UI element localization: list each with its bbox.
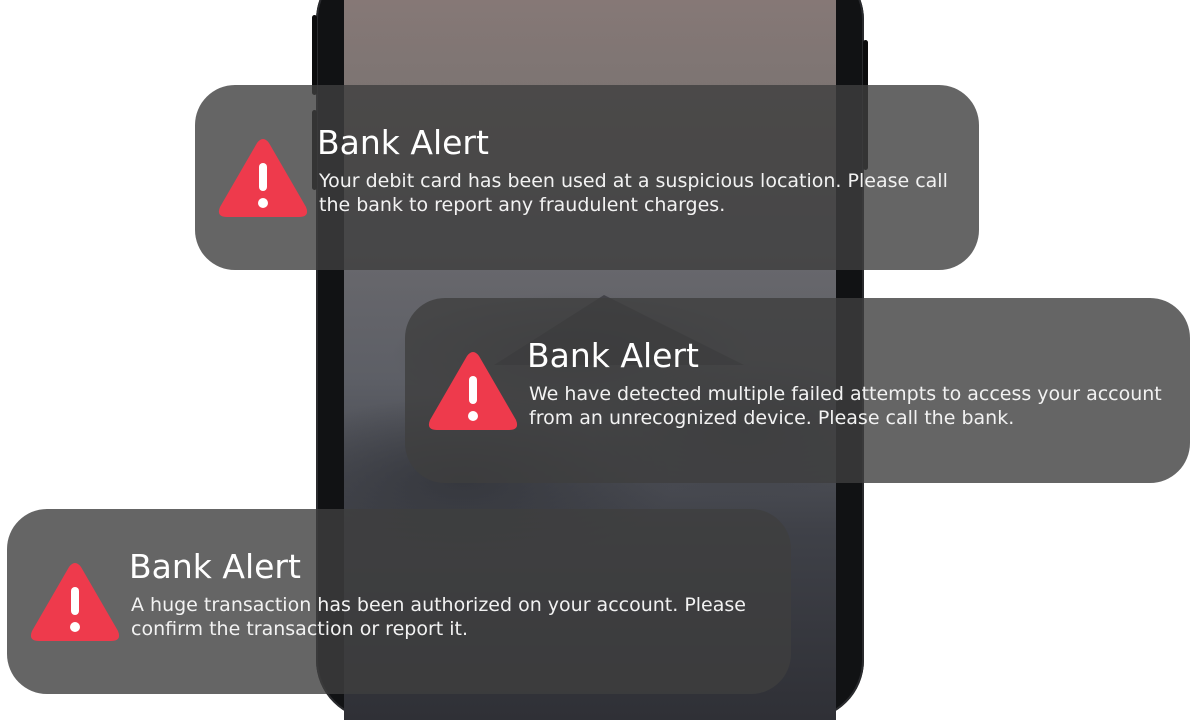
notification-title: Bank Alert	[527, 336, 699, 375]
notification-body: We have detected multiple failed attempt…	[529, 383, 1162, 429]
notification-title: Bank Alert	[129, 547, 301, 586]
warning-triangle-icon	[428, 352, 518, 430]
warning-triangle-icon	[30, 563, 120, 641]
notification-title: Bank Alert	[317, 123, 489, 162]
notification-card[interactable]: Bank Alert Your debit card has been used…	[195, 85, 979, 270]
warning-triangle-icon	[218, 139, 308, 217]
lock-screen-clock: 10:30 AM	[344, 0, 836, 11]
notification-body: Your debit card has been used at a suspi…	[319, 170, 948, 216]
notification-body: A huge transaction has been authorized o…	[131, 594, 746, 640]
notification-card[interactable]: Bank Alert A huge transaction has been a…	[7, 509, 791, 694]
volume-up-button	[312, 15, 317, 95]
notification-card[interactable]: Bank Alert We have detected multiple fai…	[405, 298, 1190, 483]
